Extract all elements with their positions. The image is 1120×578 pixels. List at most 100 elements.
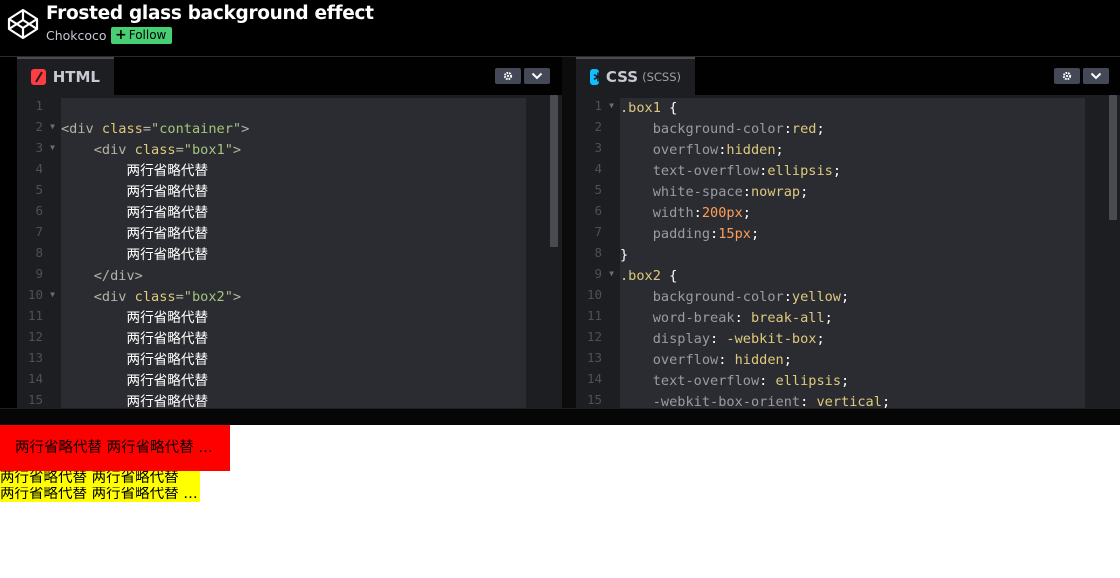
fold-arrow-icon[interactable]: ▼ xyxy=(609,263,614,284)
css-code[interactable]: .box1 { background-color:red; overflow:h… xyxy=(620,98,890,408)
code-line: display: -webkit-box; xyxy=(620,329,890,350)
pane-resizer[interactable] xyxy=(562,57,576,408)
code-token: -webkit-box-orient xyxy=(652,394,801,408)
preview-box2: 两行省略代替 两行省略代替 两行省略代替 两行省略代替 两行省略代替 xyxy=(0,471,200,502)
html-scrollbar-thumb[interactable] xyxy=(550,95,558,247)
code-token: : xyxy=(783,289,792,305)
html-gutter: 1 2 ▼ 3 ▼ 4 5 6 7 8 9 10 ▼ 11 12 13 14 15 xyxy=(17,95,61,408)
code-token: ; xyxy=(775,142,784,158)
fold-arrow-icon[interactable]: ▼ xyxy=(50,137,55,158)
code-token: <div xyxy=(93,289,135,305)
code-token: 200px xyxy=(701,205,743,221)
line-number: 5 xyxy=(35,182,43,197)
tab-css[interactable]: CSS (SCSS) xyxy=(576,57,695,95)
line-number: 2 xyxy=(594,119,602,134)
code-line: 两行省略代替 xyxy=(61,329,249,350)
code-token: 两行省略代替 xyxy=(61,310,209,326)
line-number: 1 xyxy=(35,98,43,113)
code-token: hidden xyxy=(726,142,776,158)
code-token: "box1" xyxy=(183,142,233,158)
css-editor-header: CSS (SCSS) xyxy=(576,57,1120,95)
code-line: padding:15px; xyxy=(620,224,890,245)
author-name[interactable]: Chokcoco xyxy=(46,28,107,43)
code-line: white-space:nowrap; xyxy=(620,182,890,203)
css-code-area[interactable]: 1 ▼ 2 3 4 5 6 7 8 9 ▼ 10 11 12 13 14 15 .box1 { backgrou… xyxy=(576,95,1120,408)
line-number: 12 xyxy=(586,329,602,344)
tab-css-label: CSS xyxy=(605,68,639,86)
code-line: ​ xyxy=(61,98,249,119)
code-line: 两行省略代替 xyxy=(61,161,249,182)
code-token: ; xyxy=(841,289,850,305)
html-code[interactable]: ​<div class="container"> <div class="box… xyxy=(61,98,249,408)
code-line: text-overflow: ellipsis; xyxy=(620,371,890,392)
code-token: class xyxy=(134,289,176,305)
fold-arrow-icon[interactable]: ▼ xyxy=(609,95,614,116)
fold-arrow-icon[interactable]: ▼ xyxy=(50,116,55,137)
code-line: 两行省略代替 xyxy=(61,245,249,266)
code-token: } xyxy=(620,247,629,263)
code-token: </div> xyxy=(61,268,143,284)
codepen-logo-icon[interactable] xyxy=(7,8,39,40)
code-token: class xyxy=(134,142,176,158)
code-token: 两行省略代替 xyxy=(61,163,209,179)
code-line: background-color:red; xyxy=(620,119,890,140)
line-number: 8 xyxy=(35,245,43,260)
pen-title: Frosted glass background effect xyxy=(46,3,374,24)
tab-html-label: HTML xyxy=(52,68,100,86)
code-token: { xyxy=(660,100,678,116)
code-token: 两行省略代替 xyxy=(61,226,209,242)
html-settings-button[interactable] xyxy=(495,68,521,84)
code-token: 两行省略代替 xyxy=(61,184,209,200)
code-token: : xyxy=(783,121,792,137)
html-icon xyxy=(31,69,46,85)
follow-button[interactable]: + Follow xyxy=(111,27,173,44)
code-token: 两行省略代替 xyxy=(61,247,209,263)
result-preview: 两行省略代替 两行省略代替 两行省略代替 两行省略代替 两行省略代替 两行省略代… xyxy=(0,425,1120,578)
line-number: 8 xyxy=(594,245,602,260)
line-number: 1 ▼ xyxy=(576,95,620,116)
line-number: 14 xyxy=(586,371,602,386)
code-token: > xyxy=(232,142,242,158)
code-line: 两行省略代替 xyxy=(61,392,249,408)
top-bar: Frosted glass background effect Chokcoco… xyxy=(0,0,1120,57)
code-token: .box2 xyxy=(620,268,661,284)
tab-html[interactable]: HTML xyxy=(17,57,114,95)
css-scrollbar[interactable] xyxy=(1108,95,1118,408)
code-token: white-space xyxy=(652,184,743,200)
chevron-down-icon xyxy=(531,72,543,80)
line-number: 11 xyxy=(27,308,43,323)
html-scrollbar[interactable] xyxy=(549,95,559,408)
code-token: ; xyxy=(783,352,792,368)
code-token: word-break xyxy=(652,310,735,326)
code-line: } xyxy=(620,245,890,266)
code-line: <div class="container"> xyxy=(61,119,249,140)
code-token: ; xyxy=(742,205,751,221)
html-collapse-button[interactable] xyxy=(524,68,550,84)
code-token: display xyxy=(652,331,711,347)
code-token: 两行省略代替 xyxy=(61,331,209,347)
fold-arrow-icon[interactable]: ▼ xyxy=(50,284,55,305)
line-number: 13 xyxy=(27,350,43,365)
html-code-area[interactable]: 12▼3▼45678910▼1112131415 ​<div class="co… xyxy=(17,95,562,408)
code-token: 两行省略代替 xyxy=(61,394,209,408)
code-token: .box1 xyxy=(620,100,661,116)
preview-resizer[interactable] xyxy=(0,408,1120,425)
code-token: background-color xyxy=(652,289,784,305)
code-token: "container" xyxy=(151,121,242,137)
css-collapse-button[interactable] xyxy=(1083,68,1109,84)
code-token: break-all xyxy=(750,310,825,326)
css-settings-button[interactable] xyxy=(1054,68,1080,84)
code-token: ellipsis xyxy=(767,163,833,179)
code-token: class xyxy=(101,121,143,137)
css-scrollbar-thumb[interactable] xyxy=(1109,95,1117,220)
code-line: overflow:hidden; xyxy=(620,140,890,161)
preview-box2-line2: 两行省略代替 两行省略代替 两行省略代替 xyxy=(0,486,200,502)
line-number: 10 xyxy=(586,287,602,302)
